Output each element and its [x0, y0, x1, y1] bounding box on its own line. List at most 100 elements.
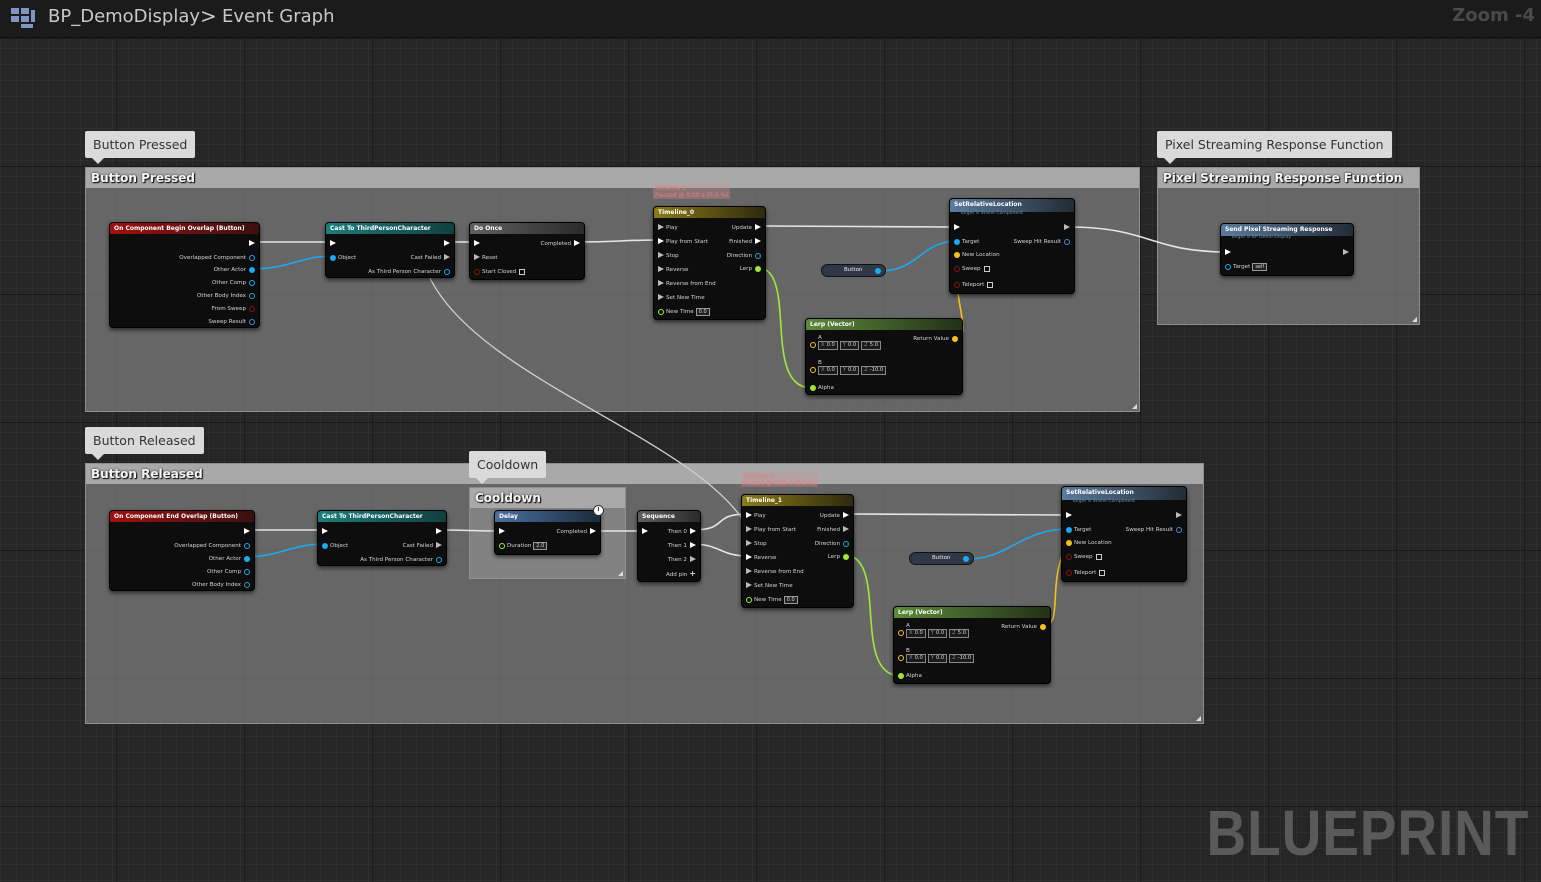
float-pin-icon[interactable]	[499, 543, 505, 549]
vector-pin-icon[interactable]	[898, 630, 904, 636]
teleport-checkbox[interactable]	[987, 281, 994, 288]
cast-to-third-person-node[interactable]: Cast To ThirdPersonCharacter Object Cast…	[325, 222, 455, 278]
pin-new-location[interactable]: New Location	[1066, 539, 1112, 547]
exec-pin-icon[interactable]	[690, 556, 696, 562]
pin-alpha[interactable]: Alpha	[898, 672, 922, 680]
pin-completed[interactable]: Completed	[540, 240, 580, 248]
object-pin-icon[interactable]	[1225, 264, 1231, 270]
bool-pin-icon[interactable]	[954, 282, 960, 288]
pin-stop[interactable]: Stop	[746, 540, 767, 548]
float-pin-icon[interactable]	[755, 266, 761, 272]
exec-pin-icon[interactable]	[1225, 249, 1231, 255]
pin-overlapped-component[interactable]: Overlapped Component	[179, 254, 255, 262]
pin-object[interactable]: Object	[330, 254, 356, 262]
exec-pin-icon[interactable]	[755, 224, 761, 230]
new-time-input[interactable]: 0.0	[695, 308, 710, 316]
pin-play[interactable]: Play	[658, 224, 678, 232]
exec-pin-icon[interactable]	[755, 238, 761, 244]
cast-to-third-person-node-2[interactable]: Cast To ThirdPersonCharacter Object Cast…	[317, 510, 447, 566]
object-pin-icon[interactable]	[444, 269, 450, 275]
pin-new-time[interactable]: New Time 0.0	[746, 596, 798, 604]
add-pin-button[interactable]: Add pin +	[666, 570, 696, 579]
duration-input[interactable]: 2.0	[533, 542, 548, 550]
struct-pin-icon[interactable]	[1064, 239, 1070, 245]
pin-start-closed[interactable]: Start Closed	[474, 268, 526, 276]
a-z-input[interactable]: Z 5.0	[949, 629, 970, 638]
pin-a[interactable]: X 0.0 Y 0.0 Z 5.0	[898, 629, 971, 638]
pin-as-third-person[interactable]: As Third Person Character	[368, 268, 450, 276]
pin-then-0[interactable]: Then 0	[668, 528, 696, 536]
int-pin-icon[interactable]	[249, 293, 255, 299]
a-x-input[interactable]: X 0.0	[906, 629, 926, 638]
pin-lerp[interactable]: Lerp	[828, 553, 849, 561]
event-begin-overlap-node[interactable]: On Component Begin Overlap (Button) Over…	[109, 222, 260, 328]
object-pin-icon[interactable]	[954, 239, 960, 245]
pin-play-from-start[interactable]: Play from Start	[746, 526, 796, 534]
pin-reverse-from-end[interactable]: Reverse from End	[658, 280, 716, 288]
pin-cast-failed[interactable]: Cast Failed	[411, 254, 450, 262]
object-pin-icon[interactable]	[322, 543, 328, 549]
exec-pin-icon[interactable]	[330, 240, 336, 246]
float-pin-icon[interactable]	[843, 554, 849, 560]
pin-b[interactable]: X 0.0 Y 0.0 Z -10.0	[810, 366, 888, 375]
set-relative-location-node-2[interactable]: SetRelativeLocation Target is Scene Comp…	[1061, 486, 1187, 582]
pin-reverse[interactable]: Reverse	[746, 554, 776, 562]
exec-pin-icon[interactable]	[690, 528, 696, 534]
pin-target[interactable]: Target self	[1225, 263, 1268, 271]
exec-pin-icon[interactable]	[658, 252, 664, 258]
exec-pin-icon[interactable]	[249, 240, 255, 246]
pin-as-third-person[interactable]: As Third Person Character	[360, 556, 442, 564]
set-relative-location-node[interactable]: SetRelativeLocation Target is Scene Comp…	[949, 198, 1075, 294]
pin-other-body-index[interactable]: Other Body Index	[197, 292, 255, 300]
pin-alpha[interactable]: Alpha	[810, 384, 834, 392]
exec-pin-icon[interactable]	[954, 224, 960, 230]
pin-sweep[interactable]: Sweep	[1066, 553, 1102, 561]
vector-pin-icon[interactable]	[954, 252, 960, 258]
vector-pin-icon[interactable]	[1040, 624, 1046, 630]
exec-pin-icon[interactable]	[843, 512, 849, 518]
sweep-checkbox[interactable]	[1095, 553, 1102, 560]
enum-pin-icon[interactable]	[755, 253, 761, 259]
pin-target[interactable]: Target	[1066, 526, 1091, 534]
lerp-vector-node-2[interactable]: Lerp (Vector) A X 0.0 Y 0.0 Z 5.0 B X 0.0 Y 0.0 Z…	[893, 606, 1051, 684]
object-pin-icon[interactable]	[436, 557, 442, 563]
pin-direction[interactable]: Direction	[727, 252, 761, 260]
vector-pin-icon[interactable]	[810, 342, 816, 348]
object-pin-icon[interactable]	[244, 569, 250, 575]
struct-pin-icon[interactable]	[249, 319, 255, 325]
pin-from-sweep[interactable]: From Sweep	[212, 305, 255, 313]
exec-pin-icon[interactable]	[658, 238, 664, 244]
exec-pin-icon[interactable]	[746, 568, 752, 574]
button-variable-node-2[interactable]: Button	[909, 552, 974, 565]
a-y-input[interactable]: Y 0.0	[927, 629, 948, 638]
pin-other-comp[interactable]: Other Comp	[212, 279, 255, 287]
pin-sweep-hit-result[interactable]: Sweep Hit Result	[1126, 526, 1182, 534]
timeline0-node[interactable]: Timeline_0 Play Play from Start Stop Rev…	[653, 206, 766, 320]
pin-set-new-time[interactable]: Set New Time	[746, 582, 793, 590]
vector-pin-icon[interactable]	[1066, 540, 1072, 546]
float-pin-icon[interactable]	[810, 385, 816, 391]
object-pin-icon[interactable]	[244, 556, 250, 562]
pin-return-value[interactable]: Return Value	[913, 335, 958, 343]
object-pin-icon[interactable]	[1066, 527, 1072, 533]
teleport-checkbox[interactable]	[1099, 569, 1106, 576]
pin-update[interactable]: Update	[820, 512, 849, 520]
pin-reset[interactable]: Reset	[474, 254, 498, 262]
pin-teleport[interactable]: Teleport	[954, 281, 994, 289]
exec-pin-icon[interactable]	[746, 582, 752, 588]
timeline1-node[interactable]: Timeline_1 Play Play from Start Stop Rev…	[741, 494, 854, 608]
exec-pin-icon[interactable]	[746, 554, 752, 560]
bool-pin-icon[interactable]	[1066, 570, 1072, 576]
exec-pin-icon[interactable]	[474, 240, 480, 246]
b-x-input[interactable]: X 0.0	[906, 654, 926, 663]
lerp-vector-node[interactable]: Lerp (Vector) A X 0.0 Y 0.0 Z 5.0 B X 0.0 Y 0.0 Z…	[805, 318, 963, 395]
pin-target[interactable]: Target	[954, 238, 979, 246]
a-z-input[interactable]: Z 5.0	[861, 341, 882, 350]
a-y-input[interactable]: Y 0.0	[839, 341, 860, 350]
new-time-input[interactable]: 0.0	[783, 596, 798, 604]
object-pin-icon[interactable]	[875, 268, 881, 274]
float-pin-icon[interactable]	[658, 309, 664, 315]
object-pin-icon[interactable]	[249, 255, 255, 261]
exec-pin-icon[interactable]	[1176, 512, 1182, 518]
pin-return-value[interactable]: Return Value	[1001, 623, 1046, 631]
